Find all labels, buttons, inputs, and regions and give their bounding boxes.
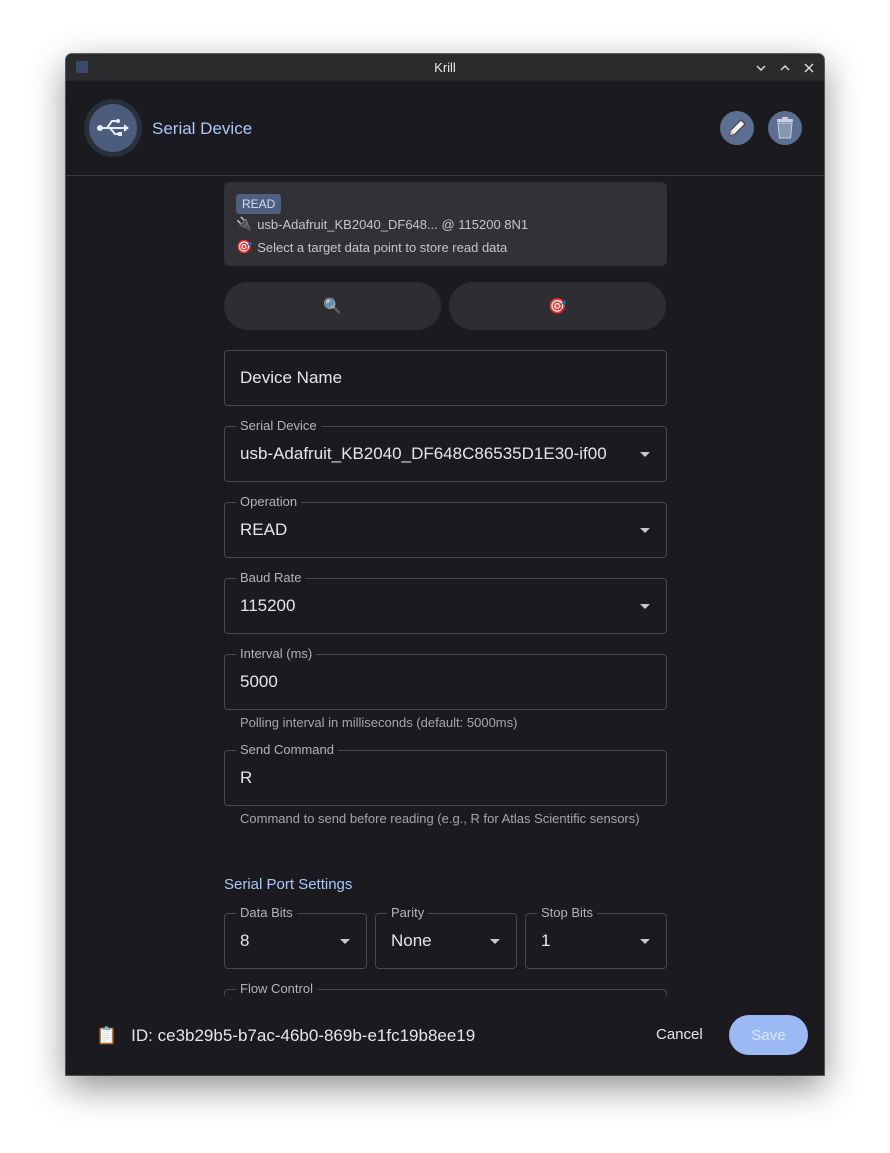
scroll-area[interactable]: READ 🔌 usb-Adafruit_KB2040_DF648... @ 11… <box>66 176 824 996</box>
dropdown-arrow-icon <box>640 604 650 609</box>
stop-bits-select[interactable]: Stop Bits 1 <box>525 905 667 969</box>
minimize-button[interactable] <box>752 59 770 77</box>
trash-icon <box>777 117 793 139</box>
send-command-value: R <box>240 768 253 787</box>
dropdown-arrow-icon <box>340 939 350 944</box>
delete-button[interactable] <box>768 111 802 145</box>
title-bar: Krill <box>66 54 824 81</box>
footer: 📋 ID: ce3b29b5-b7ac-46b0-869b-e1fc19b8ee… <box>66 996 824 1075</box>
baud-rate-value: 115200 <box>240 596 296 615</box>
clipboard-icon[interactable]: 📋 <box>96 1026 117 1046</box>
select-target-button[interactable]: 🎯 <box>449 282 666 330</box>
usb-icon <box>97 119 129 136</box>
app-icon <box>76 61 88 73</box>
parity-value: None <box>391 931 432 950</box>
target-icon: 🎯 <box>236 239 253 254</box>
window-title: Krill <box>434 60 456 75</box>
close-button[interactable] <box>800 59 818 77</box>
send-command-field[interactable]: Send Command R <box>224 742 667 806</box>
data-bits-label: Data Bits <box>236 905 297 920</box>
dropdown-arrow-icon <box>640 528 650 533</box>
device-id: 📋 ID: ce3b29b5-b7ac-46b0-869b-e1fc19b8ee… <box>96 1026 475 1046</box>
summary-card: READ 🔌 usb-Adafruit_KB2040_DF648... @ 11… <box>224 182 667 266</box>
summary-device-text: usb-Adafruit_KB2040_DF648... @ 115200 8N… <box>257 216 529 232</box>
operation-value: READ <box>240 520 288 539</box>
baud-rate-label: Baud Rate <box>236 570 306 585</box>
stop-bits-value: 1 <box>541 931 551 950</box>
chevron-down-icon <box>756 65 766 71</box>
operation-label: Operation <box>236 494 302 509</box>
data-bits-value: 8 <box>240 931 250 950</box>
device-name-placeholder: Device Name <box>240 368 343 387</box>
flow-control-label: Flow Control <box>236 981 317 996</box>
edit-button[interactable] <box>720 111 754 145</box>
dropdown-arrow-icon <box>490 939 500 944</box>
search-icon: 🔍 <box>323 298 342 315</box>
cancel-button[interactable]: Cancel <box>656 1026 703 1043</box>
send-command-helper-text: Command to send before reading (e.g., R … <box>240 811 640 826</box>
device-avatar <box>84 99 142 157</box>
summary-device-line: 🔌 usb-Adafruit_KB2040_DF648... @ 115200 … <box>236 216 528 232</box>
dropdown-arrow-icon <box>640 452 650 457</box>
serial-device-select[interactable]: Serial Device usb-Adafruit_KB2040_DF648C… <box>224 418 667 482</box>
summary-target-text: Select a target data point to store read… <box>257 239 508 255</box>
device-name-field[interactable]: Device Name <box>224 350 667 406</box>
interval-field[interactable]: Interval (ms) 5000 <box>224 646 667 710</box>
target-icon: 🎯 <box>548 298 567 315</box>
parity-label: Parity <box>387 905 429 920</box>
serial-port-settings-title: Serial Port Settings <box>224 876 353 893</box>
summary-target-line: 🎯 Select a target data point to store re… <box>236 239 507 255</box>
plug-icon: 🔌 <box>236 216 253 231</box>
interval-value: 5000 <box>240 672 278 691</box>
operation-chip: READ <box>236 194 282 214</box>
maximize-button[interactable] <box>776 59 794 77</box>
serial-device-label: Serial Device <box>236 418 321 433</box>
dropdown-arrow-icon <box>640 939 650 944</box>
baud-rate-select[interactable]: Baud Rate 115200 <box>224 570 667 634</box>
search-button[interactable]: 🔍 <box>224 282 441 330</box>
operation-select[interactable]: Operation READ <box>224 494 667 558</box>
page-title: Serial Device <box>152 119 253 138</box>
interval-helper-text: Polling interval in milliseconds (defaul… <box>240 715 518 730</box>
header: Serial Device <box>66 81 824 176</box>
parity-select[interactable]: Parity None <box>375 905 517 969</box>
data-bits-select[interactable]: Data Bits 8 <box>224 905 367 969</box>
flow-control-select[interactable]: Flow Control <box>224 981 667 996</box>
usb-icon-container <box>89 104 137 152</box>
pencil-icon <box>729 119 746 136</box>
save-button[interactable]: Save <box>729 1015 808 1055</box>
chevron-up-icon <box>780 64 790 70</box>
close-icon <box>804 63 814 72</box>
interval-label: Interval (ms) <box>236 646 317 661</box>
send-command-label: Send Command <box>236 742 338 757</box>
serial-device-value: usb-Adafruit_KB2040_DF648C86535D1E30-if0… <box>240 444 607 463</box>
stop-bits-label: Stop Bits <box>537 905 598 920</box>
window-controls <box>752 54 818 81</box>
device-id-text: ID: ce3b29b5-b7ac-46b0-869b-e1fc19b8ee19 <box>131 1026 476 1045</box>
app-window: Krill Serial Device READ 🔌 usb-Adafruit_… <box>66 54 824 1075</box>
